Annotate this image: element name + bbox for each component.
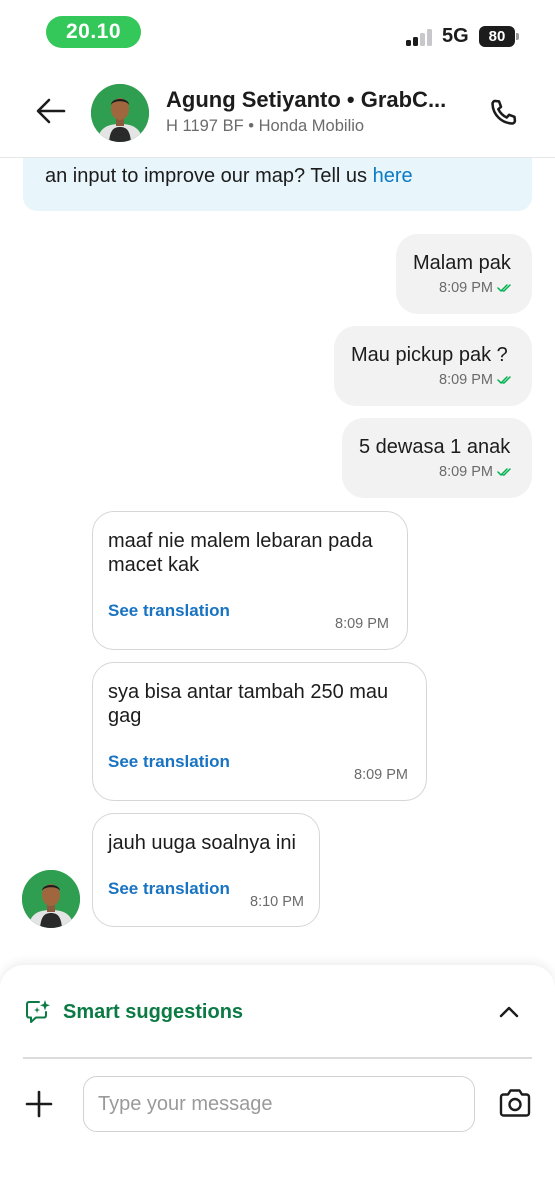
message-incoming[interactable]: jauh uuga soalnya ini See translation 8:… [92,813,320,927]
sender-avatar[interactable] [22,870,80,928]
back-button[interactable] [34,96,68,126]
see-translation-link[interactable]: See translation [108,601,230,621]
chevron-up-icon [499,1006,519,1018]
cellular-signal-icon [406,28,436,46]
message-meta: 8:09 PM [439,372,513,388]
contact-avatar[interactable] [91,84,149,142]
message-time: 8:09 PM [439,280,493,296]
message-meta: 8:09 PM [439,464,513,480]
message-meta: 8:09 PM [439,280,513,296]
message-text: jauh uuga soalnya ini [108,832,296,854]
arrow-left-icon [36,98,66,124]
message-outgoing[interactable]: Mau pickup pak ? 8:09 PM [334,326,532,406]
message-time: 8:09 PM [439,464,493,480]
camera-button[interactable] [497,1087,533,1119]
message-input[interactable] [83,1076,475,1132]
message-text: Malam pak [413,252,511,274]
message-time: 8:09 PM [439,372,493,388]
message-text: maaf nie malem lebaran pada macet kak [108,530,373,576]
network-type: 5G [442,25,469,47]
message-text: 5 dewasa 1 anak [359,436,511,458]
message-time: 8:09 PM [354,767,408,783]
message-time: 8:09 PM [335,616,389,632]
divider [23,1057,532,1059]
add-attachment-button[interactable] [24,1089,54,1119]
message-incoming[interactable]: sya bisa antar tambah 250 mau gag See tr… [92,662,427,801]
composer-panel: Smart suggestions [0,965,555,1200]
see-translation-link[interactable]: See translation [108,752,230,772]
battery-level: 80 [488,28,506,45]
double-check-icon [497,376,511,384]
see-translation-link[interactable]: See translation [108,879,230,899]
contact-name: Agung Setiyanto • GrabC... [166,87,447,112]
message-text: Mau pickup pak ? [351,344,508,366]
banner-link[interactable]: here [373,165,413,187]
vehicle-info: H 1197 BF • Honda Mobilio [166,117,365,135]
message-outgoing[interactable]: 5 dewasa 1 anak 8:09 PM [342,418,532,498]
smart-suggestions-label[interactable]: Smart suggestions [63,1001,243,1024]
call-button[interactable] [486,96,520,130]
camera-icon [499,1089,531,1117]
banner-text: an input to improve our map? Tell us her… [45,165,413,188]
chat-header: Agung Setiyanto • GrabC... H 1197 BF • H… [0,62,555,158]
message-time: 8:10 PM [250,894,304,910]
plus-icon [25,1090,53,1118]
sparkle-chat-icon [24,998,52,1026]
banner-message: an input to improve our map? Tell us [45,165,368,187]
status-bar: 20.10 5G 80 [0,0,555,62]
status-time: 20.10 [46,16,141,48]
double-check-icon [497,468,511,476]
message-text: sya bisa antar tambah 250 mau gag [108,681,389,727]
collapse-suggestions-button[interactable] [496,1001,522,1023]
battery-icon: 80 [479,26,519,47]
message-incoming[interactable]: maaf nie malem lebaran pada macet kak Se… [92,511,408,650]
message-outgoing[interactable]: Malam pak 8:09 PM [396,234,532,314]
phone-icon [491,99,517,125]
double-check-icon [497,284,511,292]
